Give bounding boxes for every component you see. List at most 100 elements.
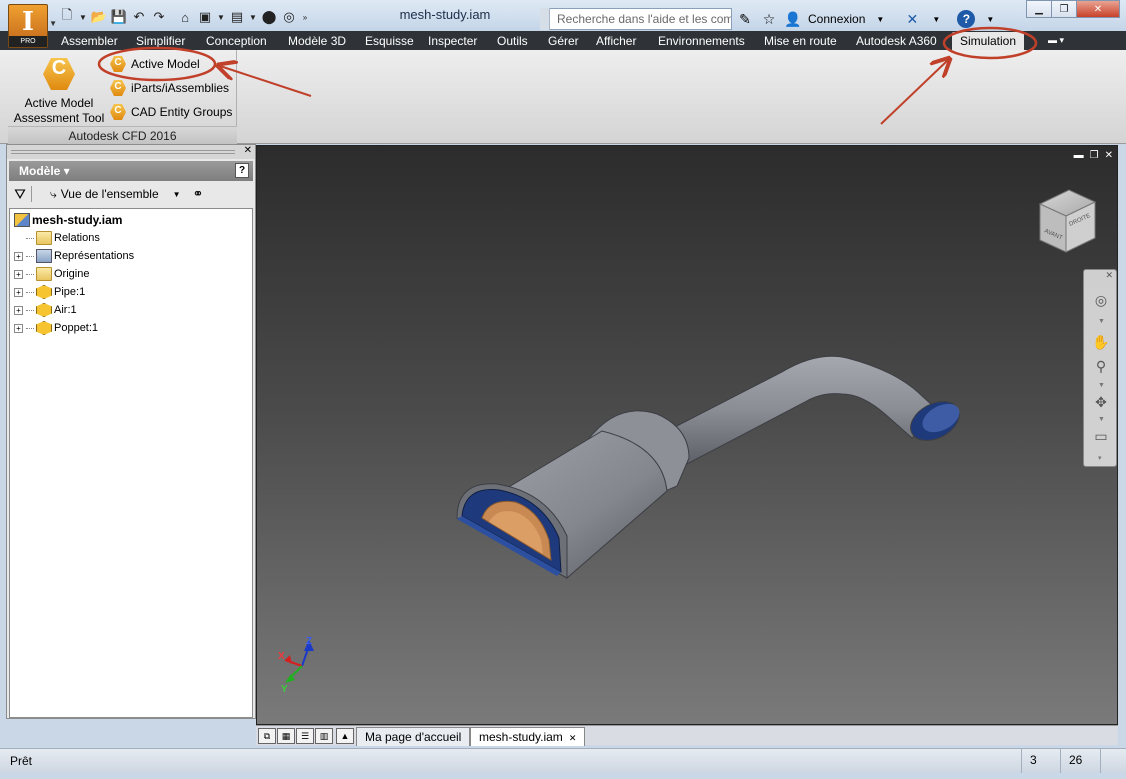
minimize-icon[interactable]: ▬ [1074,150,1084,161]
look-at-icon[interactable]: ▭ [1091,426,1111,446]
exchange-apps-icon[interactable]: ✕ [903,10,921,28]
pipe-body[interactable] [666,355,943,465]
expand-icon[interactable]: + [14,323,23,333]
tab-simplifier[interactable]: Simplifier [136,33,185,49]
pan-hand-icon[interactable]: ✋ [1091,332,1111,352]
tree-row-air[interactable]: + Air:1 [14,301,252,319]
new-icon[interactable]: 🗋 [58,7,76,26]
tree-row-poppet[interactable]: + Poppet:1 [14,319,252,337]
chevron-down-icon[interactable]: ▼ [871,10,889,28]
tile-vertical-icon[interactable]: ▥ [315,728,333,744]
tile-icon[interactable]: ▦ [277,728,295,744]
tree-row-root[interactable]: mesh-study.iam [14,211,252,229]
material-icon[interactable]: ⬤ [260,8,278,26]
user-icon[interactable]: 👤 [784,10,802,28]
update-icon[interactable]: ▣ [196,8,214,26]
model-canvas[interactable]: AVANT DROITE Z X Y [257,146,1118,725]
help-icon[interactable]: ? [957,10,976,28]
tab-home-page[interactable]: Ma page d'accueil [356,727,471,746]
tab-mesh-study[interactable]: mesh-study.iam ✕ [470,727,586,746]
help-icon[interactable]: ? [235,163,249,178]
minimize-icon[interactable]: ▁ [1026,0,1052,18]
chevron-down-icon[interactable]: ▼ [248,8,258,26]
maximize-icon[interactable]: ❐ [1051,0,1077,18]
hierarchy-icon: ⤷ [50,186,57,201]
active-model-button[interactable]: Active Model [110,54,200,74]
steering-wheel-icon[interactable]: ◎ [1091,290,1111,310]
tab-modele-3d[interactable]: Modèle 3D [288,33,346,49]
expand-icon[interactable]: + [14,251,23,261]
3d-model[interactable] [455,355,966,579]
properties-icon[interactable]: ▤ [228,8,246,26]
chevron-down-icon[interactable]: ▼ [927,10,945,28]
z-label: Z [306,636,312,647]
close-icon[interactable]: ✕ [569,733,577,743]
chevron-down-icon[interactable]: ▼ [78,8,88,26]
iparts-iassemblies-button[interactable]: iParts/iAssemblies [110,78,229,98]
tree-row-representations[interactable]: + Représentations [14,247,252,265]
representations-icon [36,249,52,263]
y-label: Y [281,684,288,695]
graphics-viewport[interactable]: ▬ ❐ ✕ AVANT DROITE Z X Y ✕ ◎ ▼ ✋ ⚲ ▼ ✥ ▼… [256,145,1118,725]
tab-mise-en-route[interactable]: Mise en route [764,33,837,49]
chevron-down-icon[interactable]: ▼ [1098,382,1105,389]
close-icon[interactable]: ✕ [1076,0,1120,18]
active-model-assessment-tool-button[interactable]: Active Model Assessment Tool [12,58,106,126]
browser-dock-bar[interactable]: ✕ [7,145,255,159]
filter-icon[interactable]: ⛛ [9,186,31,203]
cad-entity-groups-button[interactable]: CAD Entity Groups [110,102,232,122]
subscription-icon[interactable]: ✎ [736,10,754,28]
tab-assembler[interactable]: Assembler [61,33,118,49]
help-search-input[interactable]: Recherche dans l'aide et les com [540,8,732,30]
tab-inspecter[interactable]: Inspecter [428,33,477,49]
navigation-bar: ✕ ◎ ▼ ✋ ⚲ ▼ ✥ ▼ ▭ ▾ [1083,269,1117,467]
tab-gerer[interactable]: Gérer [548,33,579,49]
customize-icon[interactable]: ▾ [1098,454,1102,462]
expand-icon[interactable]: + [14,269,23,279]
browser-header[interactable]: Modèle ▾ ? [9,161,253,181]
close-icon[interactable]: ✕ [244,145,252,156]
tab-autodesk-a360[interactable]: Autodesk A360 [856,33,937,49]
chevron-down-icon[interactable]: ▼ [1098,318,1105,325]
ribbon-options-icon[interactable]: ▬ ▾ [1048,35,1074,47]
restore-icon[interactable]: ❐ [1090,150,1099,161]
tab-afficher[interactable]: Afficher [596,33,636,49]
chevron-down-icon[interactable]: ▼ [216,8,226,26]
application-menu-button[interactable]: I PRO ▼ [8,4,57,48]
document-list-icon[interactable]: ▲ [336,728,354,744]
expand-icon[interactable]: + [14,287,23,297]
tab-simulation[interactable]: Simulation [952,32,1025,50]
tab-outils[interactable]: Outils [497,33,528,49]
assembly-icon [14,213,30,227]
chevron-down-icon[interactable]: ▼ [981,10,999,28]
login-link[interactable]: Connexion [808,12,865,26]
tile-horizontal-icon[interactable]: ☰ [296,728,314,744]
viewport-controls: ▬ ❐ ✕ [1074,150,1113,161]
orbit-icon[interactable]: ✥ [1091,392,1111,412]
favorites-star-icon[interactable]: ☆ [760,10,778,28]
tree-row-origine[interactable]: + Origine [14,265,252,283]
open-icon[interactable]: 📂 [90,8,108,26]
drag-handle[interactable] [11,150,235,154]
zoom-icon[interactable]: ⚲ [1091,356,1111,376]
home-icon[interactable]: ⌂ [176,8,194,26]
view-selector[interactable]: ⤷ Vue de l'ensemble ▼ [50,187,181,202]
viewcube[interactable]: AVANT DROITE [1038,189,1097,253]
tab-esquisse[interactable]: Esquisse [365,33,414,49]
tree-row-pipe[interactable]: + Pipe:1 [14,283,252,301]
close-icon[interactable]: ✕ [1105,270,1113,281]
chevron-down-icon[interactable]: ▼ [1098,416,1105,423]
cascade-icon[interactable]: ⧉ [258,728,276,744]
tab-conception[interactable]: Conception [206,33,267,49]
close-icon[interactable]: ✕ [1105,150,1113,161]
find-binoculars-icon[interactable]: ⚭ [193,186,204,202]
resize-grip[interactable] [1100,749,1126,773]
appearance-icon[interactable]: ◎ [280,8,298,26]
more-icon[interactable]: » [300,8,310,26]
tab-environnements[interactable]: Environnements [658,33,745,49]
expand-icon[interactable]: + [14,305,23,315]
redo-icon[interactable]: ↷ [150,8,168,26]
save-icon[interactable]: 💾 [110,8,128,26]
undo-icon[interactable]: ↶ [130,8,148,26]
tree-row-relations[interactable]: Relations [14,229,252,247]
